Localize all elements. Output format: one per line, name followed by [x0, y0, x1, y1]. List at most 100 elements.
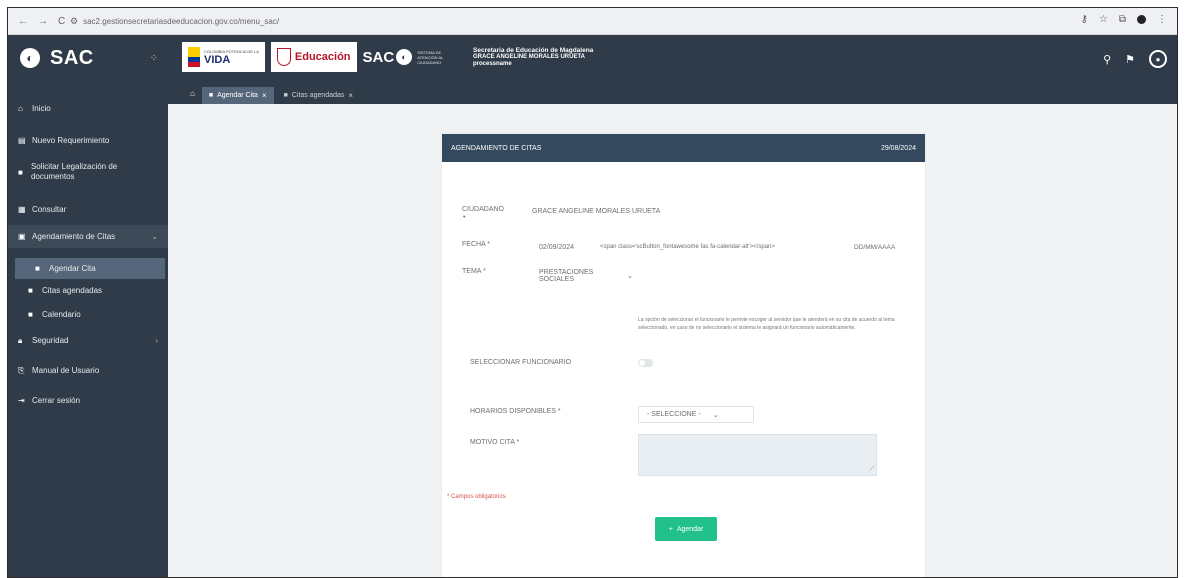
sidebar-item-label: Solicitar Legalización de documentos [30, 162, 118, 181]
file-icon: ■ [28, 310, 33, 319]
sidebar-item-seguridad[interactable]: 🔒︎ Seguridad › [8, 336, 168, 346]
sac-logo: SAC ◐ SISTEMA DE ATENCIÓN AL CIUDADANO [363, 49, 450, 66]
browser-window: ← → C ⚙ sac2.gestionsecretariasdeeducaci… [7, 7, 1178, 578]
menu-dots-icon[interactable]: ⋮ [1157, 14, 1167, 25]
educacion-logo: Educación [270, 42, 357, 72]
ciudadano-label: CIUDADANO [462, 206, 505, 213]
tab-bar: ⌂ ■ Agendar Cita × ■ Citas agendadas × [168, 83, 1177, 104]
top-header: COLOMBIA POTENCIA DE LA VIDA Educación SA… [168, 35, 1177, 83]
user-role: processname [473, 61, 512, 67]
form-header: AGENDAMIENTO DE CITAS 29/08/2024 [442, 134, 925, 162]
sidebar-item-cerrar-sesion[interactable]: ⇥ Cerrar sesión [8, 396, 168, 405]
sidebar-item-inicio[interactable]: ⌂ Inicio [8, 104, 168, 113]
horarios-select[interactable]: - SELECCIONE - ⌄ [638, 406, 754, 423]
plus-icon: + [668, 525, 673, 533]
close-icon[interactable]: × [348, 91, 353, 100]
key-icon[interactable]: ⚷ [1081, 14, 1088, 25]
fecha-input[interactable]: 02/09/2024 [539, 244, 574, 251]
motivo-label: MOTIVO CITA * [470, 439, 520, 446]
document-icon: ▤ [18, 136, 26, 145]
required-marker: • [463, 214, 466, 221]
file-icon: ■ [283, 92, 288, 99]
required-fields-note: * Campos obligatorios [447, 494, 506, 500]
sidebar-item-label: Manual de Usuario [32, 366, 100, 375]
resize-grip-icon[interactable]: ⟋ [869, 466, 874, 474]
tab-label: Agendar Cita [217, 92, 258, 99]
site-settings-icon[interactable]: ⚙ [70, 16, 78, 27]
tema-select[interactable]: PRESTACIONES SOCIALES ⌄ [535, 267, 637, 284]
reload-icon[interactable]: C [58, 16, 65, 27]
browser-toolbar: ← → C ⚙ sac2.gestionsecretariasdeeducaci… [8, 8, 1177, 35]
sac-text: SAC [362, 48, 395, 66]
sidebar-item-legalizacion[interactable]: ■ Solicitar Legalización de documentos [8, 162, 158, 182]
sidebar-item-label: Inicio [32, 104, 51, 113]
forward-icon[interactable]: → [38, 16, 48, 27]
motivo-textarea[interactable]: ⟋ [638, 434, 877, 476]
back-icon[interactable]: ← [18, 16, 28, 27]
agendar-label: Agendar [676, 525, 704, 533]
extensions-icon[interactable]: ⧉ [1119, 14, 1126, 25]
table-icon: ▦ [18, 205, 26, 214]
file-icon: ■ [208, 92, 214, 99]
sidebar-item-manual[interactable]: ⎘ Manual de Usuario [8, 366, 168, 376]
file-icon: ■ [35, 264, 40, 273]
funcionario-label: SELECCIONAR FUNCIONARIO [470, 359, 572, 366]
search-icon[interactable]: ⚲ [1103, 53, 1111, 66]
sidebar: ◐ SAC ⁘ ⌂ Inicio ▤ Nuevo Requerimiento ■… [8, 35, 168, 577]
pin-icon[interactable]: ⚑ [1125, 53, 1135, 66]
book-icon: ⎘ [18, 366, 25, 375]
tab-citas-agendadas[interactable]: ■ Citas agendadas × [277, 87, 360, 104]
star-icon[interactable]: ☆ [1099, 14, 1108, 25]
sac-circle-icon: ◐ [396, 49, 413, 65]
tab-label: Citas agendadas [291, 92, 345, 99]
shield-icon [276, 48, 291, 66]
user-name: GRACE ANGELINE MORALES URUETA [473, 54, 586, 60]
form-date: 29/08/2024 [880, 144, 916, 152]
close-icon[interactable]: × [262, 91, 267, 100]
sidebar-item-nuevo-requerimiento[interactable]: ▤ Nuevo Requerimiento [8, 136, 168, 145]
sidebar-item-agendar-cita[interactable]: ■ Agendar Cita [15, 258, 165, 279]
chevron-down-icon: ⌄ [627, 272, 633, 280]
home-tab-icon[interactable]: ⌂ [190, 89, 195, 98]
file-icon: ■ [18, 168, 23, 177]
horarios-value: - SELECCIONE - [647, 411, 701, 418]
form-title: AGENDAMIENTO DE CITAS [451, 144, 542, 152]
sidebar-item-label: Seguridad [32, 336, 69, 345]
secretaria-title: Secretaria de Educación de Magdalena [473, 47, 594, 54]
funcionario-note: La opción de seleccionar el funcionario … [638, 317, 895, 331]
educacion-text: Educación [294, 51, 351, 63]
tema-label: TEMA * [462, 268, 486, 275]
tema-value: PRESTACIONES SOCIALES [539, 268, 594, 283]
tab-agendar-cita[interactable]: ■ Agendar Cita × [201, 87, 274, 104]
home-icon: ⌂ [18, 104, 23, 113]
partner-logos: COLOMBIA POTENCIA DE LA VIDA Educación SA… [182, 42, 449, 72]
sidebar-item-label: Cerrar sesión [32, 396, 81, 405]
ciudadano-value: GRACE ANGELINE MORALES URUETA [532, 208, 661, 215]
profile-icon[interactable] [1137, 15, 1146, 24]
funcionario-toggle[interactable] [638, 359, 653, 367]
sidebar-item-calendario[interactable]: ■ Calendario [8, 310, 168, 319]
vida-text: VIDA [204, 53, 231, 66]
chevron-down-icon: ⌄ [712, 411, 719, 419]
fecha-calendar-artifact: <span class='scButton_fontawesome fas fa… [600, 244, 775, 250]
address-bar[interactable]: ⚙ sac2.gestionsecretariasdeeducacion.gov… [70, 16, 279, 27]
chevron-down-icon: ⌄ [151, 232, 158, 241]
brand: ◐ SAC ⁘ [8, 35, 168, 81]
grid-toggle-icon[interactable]: ⁘ [150, 53, 158, 64]
file-icon: ■ [28, 286, 33, 295]
chevron-right-icon: › [155, 336, 158, 345]
sidebar-item-citas-agendadas[interactable]: ■ Citas agendadas [8, 286, 168, 295]
user-avatar-icon[interactable]: ● [1149, 50, 1167, 68]
logout-icon: ⇥ [18, 396, 25, 405]
appointment-form: AGENDAMIENTO DE CITAS 29/08/2024 CIUDADA… [442, 134, 925, 577]
sidebar-item-consultar[interactable]: ▦ Consultar [8, 205, 168, 214]
sidebar-item-label: Agendamiento de Citas [32, 232, 116, 241]
colombia-vida-logo: COLOMBIA POTENCIA DE LA VIDA [182, 42, 265, 72]
sidebar-item-agendamiento[interactable]: ▣ Agendamiento de Citas ⌄ [8, 225, 168, 248]
sidebar-item-label: Citas agendadas [42, 286, 103, 295]
brand-name: SAC [50, 46, 94, 69]
calendar-icon: ▣ [18, 232, 26, 241]
agendar-button[interactable]: + Agendar [655, 517, 717, 541]
fecha-label: FECHA * [462, 241, 491, 248]
sidebar-item-label: Consultar [32, 205, 67, 214]
